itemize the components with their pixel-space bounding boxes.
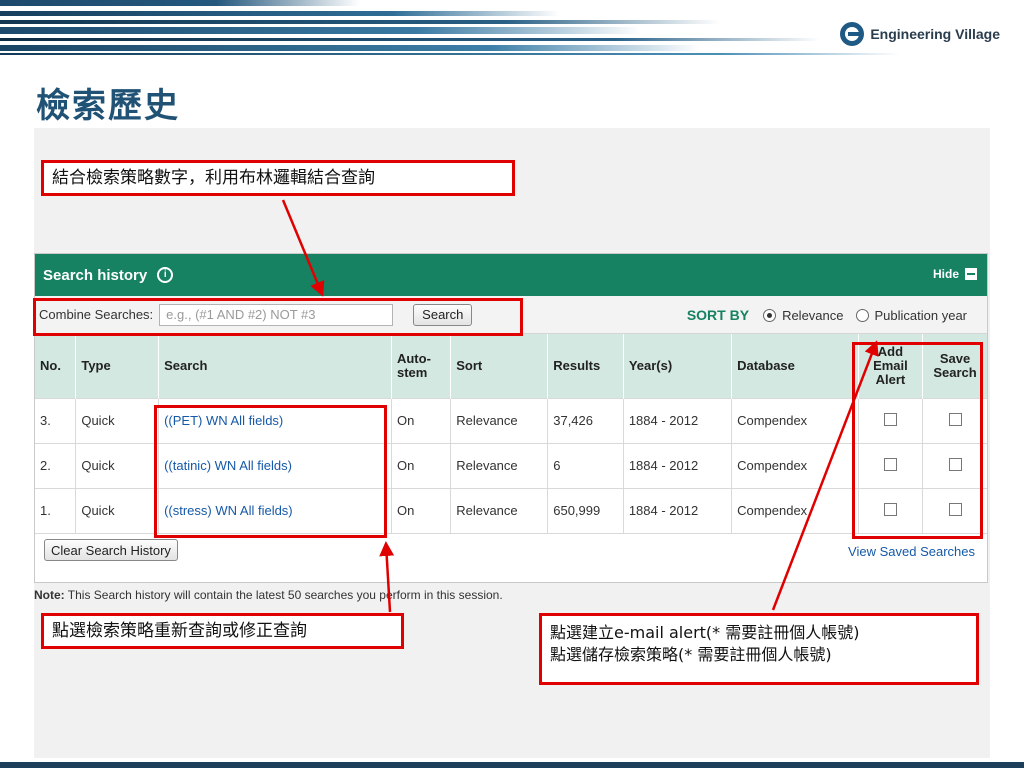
view-saved-searches-link[interactable]: View Saved Searches (848, 544, 975, 559)
callout-combine: 結合檢索策略數字，利用布林邏輯結合查詢 (41, 160, 515, 196)
add-email-alert-checkbox[interactable] (883, 502, 897, 516)
search-history-table: No. Type Search Auto- stem Sort Results … (35, 334, 987, 533)
row-sort: Relevance (450, 397, 549, 443)
row-years: 1884 - 2012 (623, 487, 733, 533)
radio-icon[interactable] (763, 308, 777, 322)
panel-title: Search history (43, 266, 148, 284)
callout-alert-save: 點選建立e-mail alert(* 需要註冊個人帳號) 點選儲存檢索策略(* … (539, 613, 979, 685)
hide-collapse-icon[interactable] (965, 268, 977, 280)
col-search: Search (158, 334, 392, 398)
callout-requery: 點選檢索策略重新查詢或修正查詢 (41, 613, 404, 649)
sort-relevance-option[interactable]: Relevance (763, 308, 844, 323)
row-no: 1. (35, 487, 77, 533)
row-no: 3. (35, 397, 77, 443)
row-type: Quick (75, 487, 160, 533)
engineering-village-logo-icon (840, 22, 865, 46)
row-type: Quick (75, 442, 160, 488)
slide-title: 檢索歷史 (36, 86, 180, 126)
combine-searches-input[interactable] (159, 303, 394, 326)
table-row: 1. Quick ((stress) WN All fields) On Rel… (35, 487, 987, 533)
note: Note: This Search history will contain t… (34, 588, 503, 602)
bottom-bar (0, 762, 1024, 768)
col-type: Type (75, 334, 160, 398)
sort-by-label: SORT BY (686, 307, 750, 323)
note-text: This Search history will contain the lat… (67, 588, 503, 602)
combine-toolbar: Combine Searches: Search SORT BY Relevan… (35, 296, 987, 334)
radio-icon[interactable] (855, 308, 869, 322)
combine-label: Combine Searches: (39, 307, 154, 322)
row-sort: Relevance (450, 487, 549, 533)
save-search-checkbox[interactable] (948, 457, 962, 471)
panel-footer: Clear Search History View Saved Searches (35, 533, 987, 569)
combine-search-button[interactable]: Search (413, 303, 473, 326)
row-autostem: On (391, 487, 452, 533)
hide-label[interactable]: Hide (933, 267, 959, 281)
row-database: Compendex (731, 487, 859, 533)
table-header-row: No. Type Search Auto- stem Sort Results … (35, 334, 987, 398)
add-email-alert-checkbox[interactable] (883, 412, 897, 426)
save-search-checkbox[interactable] (948, 412, 962, 426)
sort-relevance-label[interactable]: Relevance (782, 308, 843, 323)
save-search-checkbox[interactable] (948, 502, 962, 516)
callout-requery-text: 點選檢索策略重新查詢或修正查詢 (52, 621, 307, 641)
add-email-alert-checkbox[interactable] (883, 457, 897, 471)
row-type: Quick (75, 397, 160, 443)
note-label: Note: (34, 588, 65, 602)
search-query-link[interactable]: ((PET) WN All fields) (164, 413, 283, 428)
callout-alert-line: 點選建立e-mail alert(* 需要註冊個人帳號) (550, 623, 860, 642)
logo: Engineering Village (840, 22, 1000, 46)
col-database: Database (731, 334, 859, 398)
sort-publication-year-option[interactable]: Publication year (855, 308, 968, 323)
logo-text: Engineering Village (870, 26, 1000, 42)
sort-publication-year-label[interactable]: Publication year (875, 308, 968, 323)
row-results: 650,999 (547, 487, 624, 533)
row-results: 37,426 (547, 397, 624, 443)
table-row: 2. Quick ((tatinic) WN All fields) On Re… (35, 442, 987, 488)
search-query-link[interactable]: ((tatinic) WN All fields) (164, 458, 292, 473)
col-add-email-alert: Add Email Alert (858, 334, 924, 398)
row-results: 6 (547, 442, 624, 488)
col-years: Year(s) (623, 334, 733, 398)
col-no: No. (35, 334, 77, 398)
search-query-link[interactable]: ((stress) WN All fields) (164, 503, 293, 518)
row-no: 2. (35, 442, 77, 488)
panel-header: Search history i Hide (35, 254, 987, 296)
row-autostem: On (391, 397, 452, 443)
row-years: 1884 - 2012 (623, 442, 733, 488)
row-database: Compendex (731, 397, 859, 443)
sort-by-group: SORT BY Relevance Publication year (687, 307, 973, 323)
clear-search-history-button[interactable]: Clear Search History (44, 539, 178, 561)
table-row: 3. Quick ((PET) WN All fields) On Releva… (35, 397, 987, 443)
row-autostem: On (391, 442, 452, 488)
search-history-panel: Search history i Hide Combine Searches: … (34, 253, 988, 583)
row-years: 1884 - 2012 (623, 397, 733, 443)
callout-combine-text: 結合檢索策略數字，利用布林邏輯結合查詢 (52, 168, 375, 188)
callout-save-line: 點選儲存檢索策略(* 需要註冊個人帳號) (550, 645, 832, 664)
row-database: Compendex (731, 442, 859, 488)
hide-toggle[interactable]: Hide (933, 267, 977, 281)
col-save-search: Save Search (922, 334, 987, 398)
info-icon[interactable]: i (157, 267, 174, 283)
col-results: Results (547, 334, 624, 398)
col-sort: Sort (450, 334, 549, 398)
row-sort: Relevance (450, 442, 549, 488)
col-autostem: Auto- stem (391, 334, 452, 398)
